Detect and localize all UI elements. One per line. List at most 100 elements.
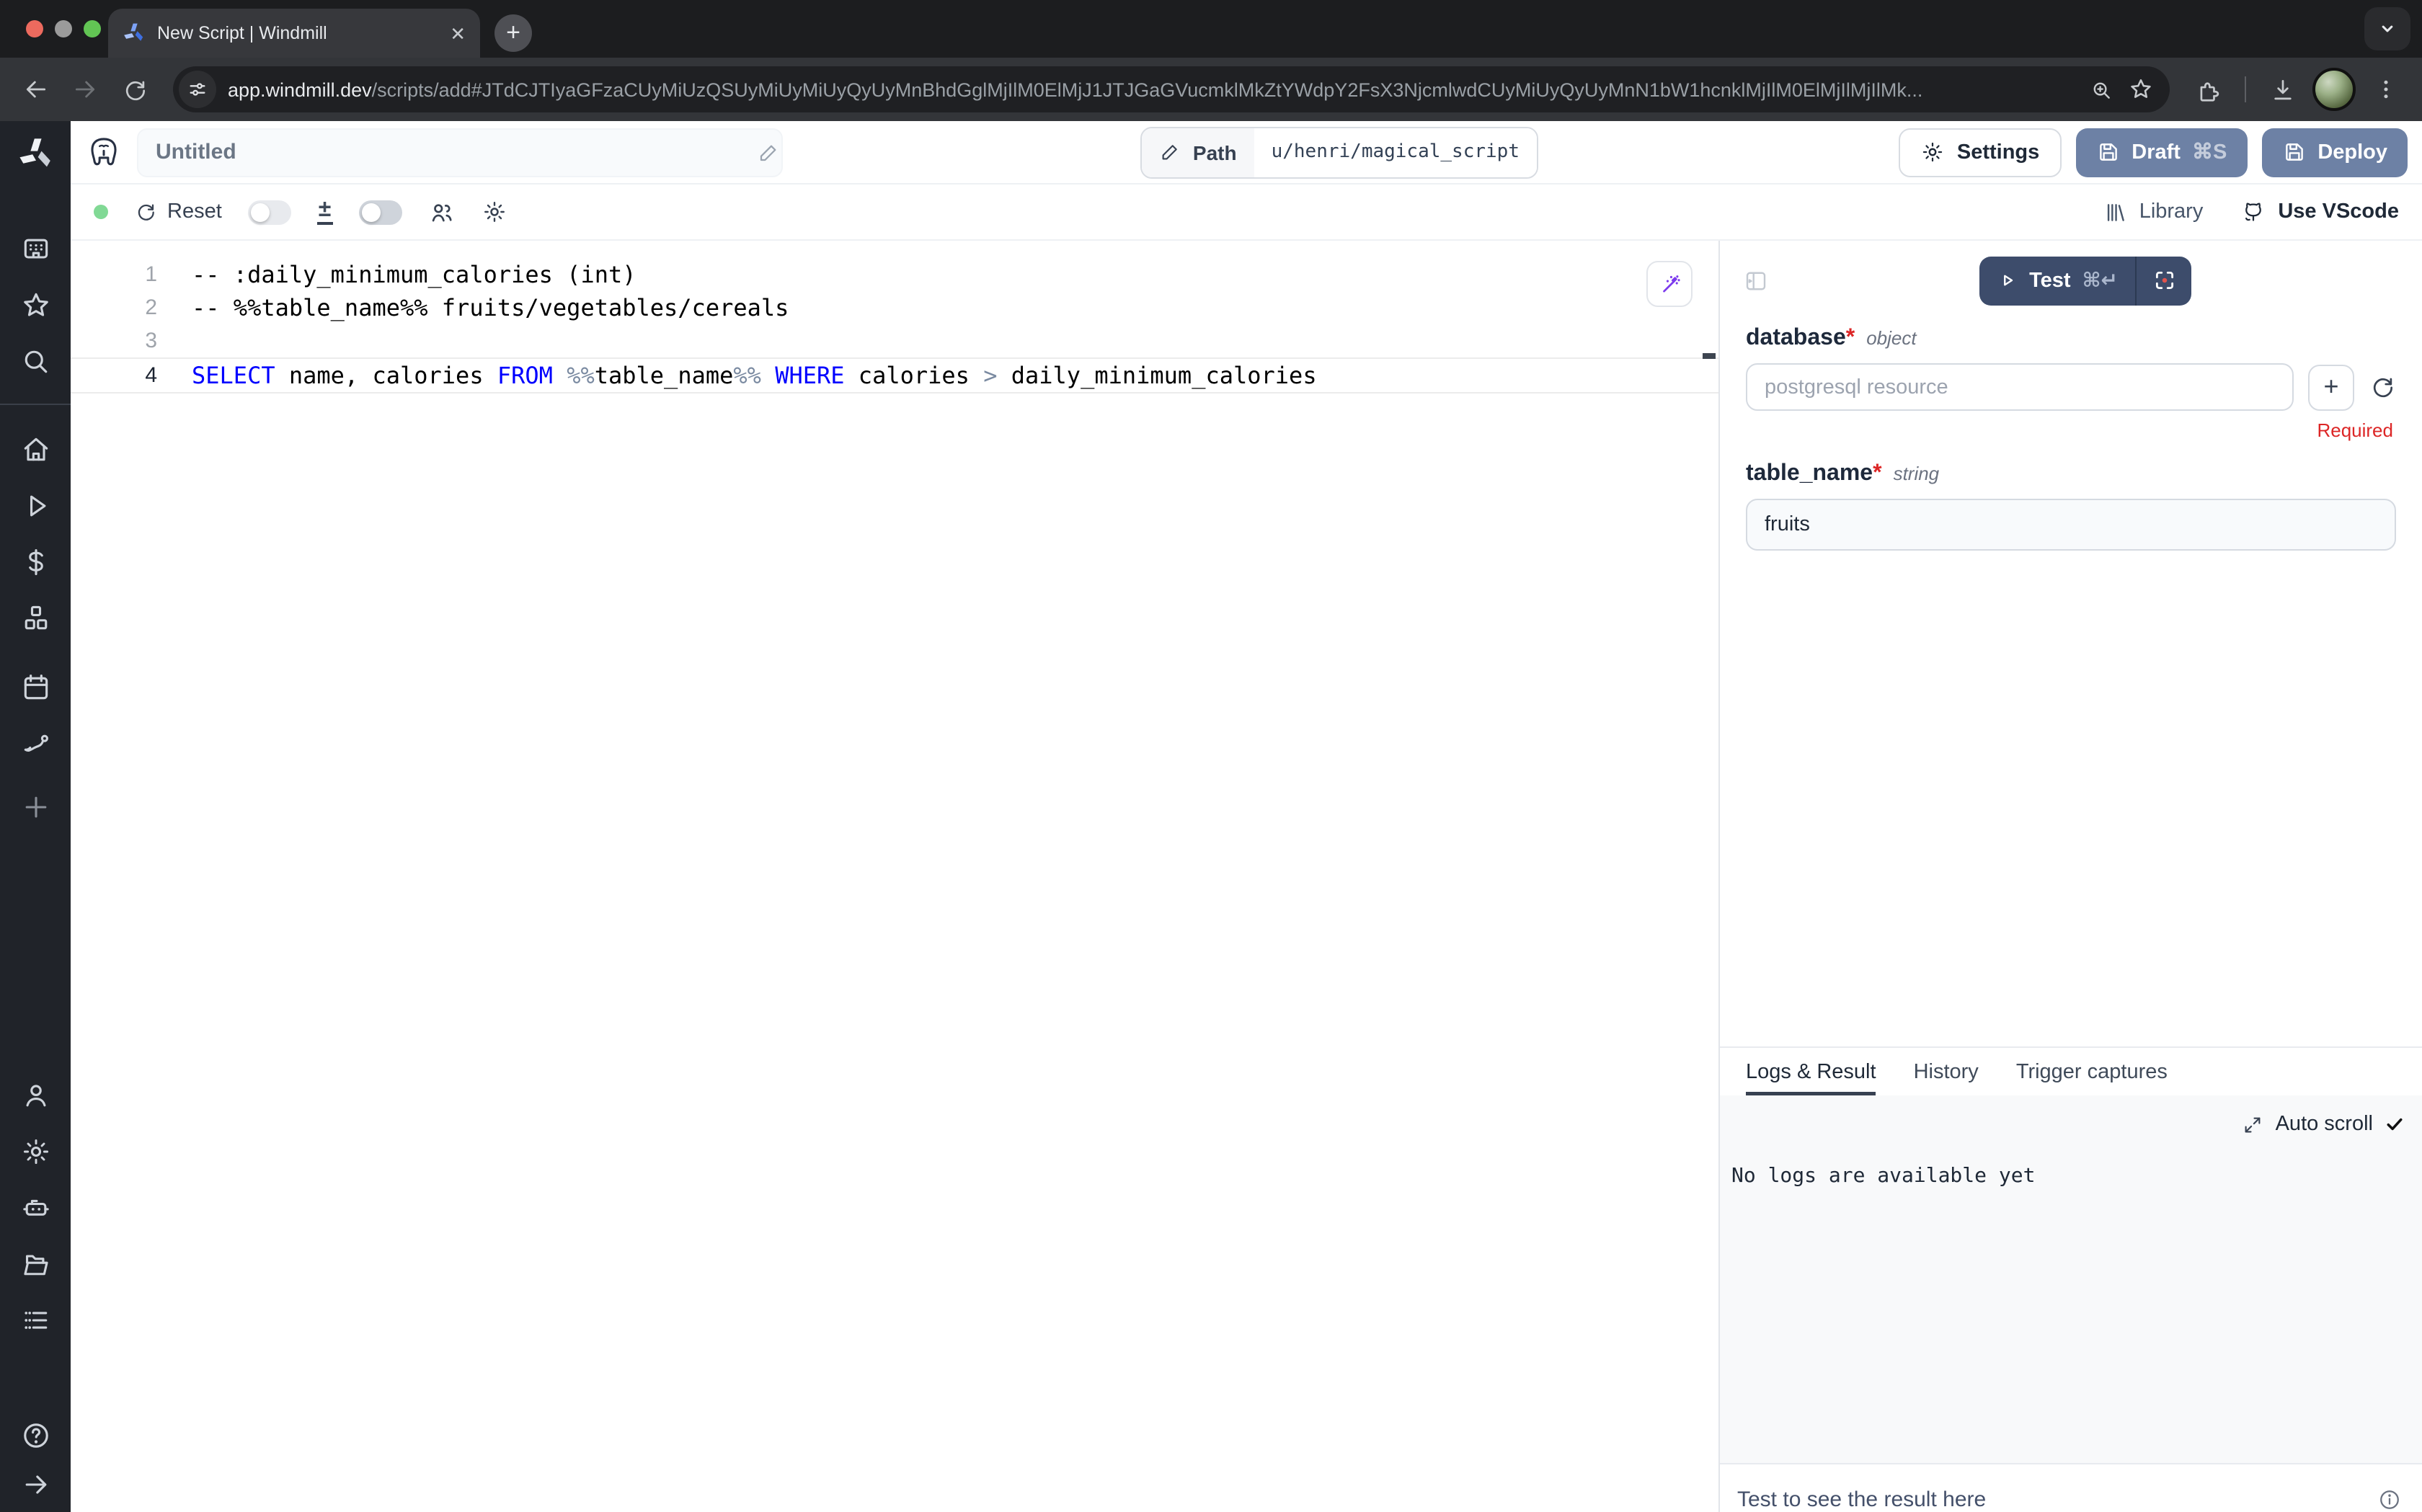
bookmark-button[interactable] <box>2121 69 2161 110</box>
code-line: 2 -- %%table_name%% fruits/vegetables/ce… <box>71 291 1718 324</box>
line-number: 4 <box>71 363 192 388</box>
address-bar[interactable]: app.windmill.dev/scripts/add#JTdCJTIyaGF… <box>173 66 2170 112</box>
info-icon[interactable] <box>2377 1487 2402 1512</box>
edit-title-pencil-icon[interactable] <box>757 141 780 164</box>
scan-target-icon <box>2152 268 2176 293</box>
sidebar-item-runs[interactable] <box>19 490 51 522</box>
tab-history[interactable]: History <box>1914 1048 1979 1095</box>
code-editor[interactable]: 1 -- :daily_minimum_calories (int) 2 -- … <box>71 241 1720 1512</box>
sidebar-item-resources[interactable] <box>19 602 51 634</box>
window-minimize-button[interactable] <box>55 20 72 37</box>
extensions-button[interactable] <box>2187 68 2230 111</box>
multiplayer-users-icon <box>427 198 455 226</box>
tab-trigger-captures[interactable]: Trigger captures <box>2016 1048 2168 1095</box>
tab-logs-result[interactable]: Logs & Result <box>1746 1048 1876 1095</box>
forward-button[interactable] <box>63 68 107 111</box>
code-text: -- :daily_minimum_calories (int) <box>192 261 636 288</box>
downloads-button[interactable] <box>2261 68 2304 111</box>
browser-toolbar: app.windmill.dev/scripts/add#JTdCJTIyaGF… <box>0 58 2422 121</box>
check-icon[interactable] <box>2385 1114 2405 1134</box>
sidebar-item-folders[interactable] <box>19 1248 51 1280</box>
line-number: 2 <box>71 295 192 320</box>
add-resource-button[interactable]: + <box>2308 364 2354 410</box>
use-vscode-button[interactable]: Use VScode <box>2240 199 2399 225</box>
star-icon <box>2128 76 2154 102</box>
draft-button[interactable]: Draft ⌘S <box>2075 128 2247 177</box>
table-name-input[interactable] <box>1746 499 2396 551</box>
sidebar-item-variables[interactable] <box>19 546 51 578</box>
app-sidebar <box>0 121 71 1512</box>
script-title-input[interactable] <box>137 128 783 177</box>
tab-close-icon[interactable]: ✕ <box>450 24 466 43</box>
back-button[interactable] <box>14 68 58 111</box>
test-up-to-button[interactable] <box>2137 256 2191 305</box>
sidebar-item-favorites[interactable] <box>19 290 51 321</box>
diff-toggle[interactable] <box>248 200 291 224</box>
multiplayer-toggle[interactable] <box>358 200 402 224</box>
code-text: SELECT name, calories FROM %%table_name%… <box>192 362 1317 389</box>
collapse-panel-button[interactable] <box>1743 267 1769 293</box>
github-cat-icon <box>2240 199 2266 225</box>
refresh-icon <box>2369 373 2396 401</box>
sidebar-item-help[interactable] <box>19 1420 51 1451</box>
line-number: 3 <box>71 329 192 353</box>
field-type-database: object <box>1866 327 1916 349</box>
tab-title: New Script | Windmill <box>157 23 438 43</box>
sidebar-item-workers[interactable] <box>19 1192 51 1224</box>
save-icon <box>2281 140 2306 164</box>
ai-assistant-button[interactable] <box>1646 261 1693 307</box>
sidebar-item-settings[interactable] <box>19 1136 51 1168</box>
field-type-table-name: string <box>1894 463 1940 484</box>
sidebar-item-workspace[interactable] <box>19 234 51 265</box>
diff-icon: ± <box>317 198 333 226</box>
code-line: 1 -- :daily_minimum_calories (int) <box>71 258 1718 291</box>
refresh-icon <box>134 200 157 223</box>
window-close-button[interactable] <box>26 20 43 37</box>
zoom-in-icon <box>2088 77 2113 102</box>
sidebar-expand-button[interactable] <box>19 1469 51 1500</box>
tab-search-button[interactable] <box>2364 7 2410 50</box>
settings-button[interactable]: Settings <box>1899 128 2061 177</box>
panel-tabs: Logs & Result History Trigger captures <box>1720 1046 2422 1095</box>
test-button[interactable]: Test ⌘↵ <box>1979 256 2135 305</box>
sidebar-item-schedules[interactable] <box>19 672 51 703</box>
path-widget[interactable]: Path u/henri/magical_script <box>1141 126 1538 178</box>
sidebar-item-audit-logs[interactable] <box>19 1304 51 1336</box>
url-host: app.windmill.dev <box>228 79 372 100</box>
use-vscode-label: Use VScode <box>2278 200 2399 223</box>
overview-ruler-cursor-mark <box>1703 353 1716 359</box>
reset-button[interactable]: Reset <box>134 200 222 223</box>
sidebar-item-search[interactable] <box>19 346 51 378</box>
gear-icon <box>1921 140 1946 164</box>
new-tab-button[interactable]: + <box>494 14 532 52</box>
toolbar-divider <box>2245 76 2246 102</box>
sidebar-item-home[interactable] <box>19 434 51 466</box>
reset-label: Reset <box>167 200 222 223</box>
chrome-menu-button[interactable] <box>2364 68 2408 111</box>
profile-avatar[interactable] <box>2312 68 2356 111</box>
code-line-active: 4 SELECT name, calories FROM %%table_nam… <box>71 357 1718 393</box>
deploy-label: Deploy <box>2317 141 2387 164</box>
expand-icon[interactable] <box>2243 1113 2264 1135</box>
reload-button[interactable] <box>112 68 156 111</box>
windmill-logo <box>17 135 54 173</box>
sidebar-item-add[interactable] <box>19 791 51 823</box>
editor-settings-gear-icon[interactable] <box>481 199 507 225</box>
sidebar-item-routes[interactable] <box>19 728 51 760</box>
library-button[interactable]: Library <box>2103 200 2204 224</box>
sidebar-item-user[interactable] <box>19 1080 51 1111</box>
zoom-page-button[interactable] <box>2080 69 2121 110</box>
database-resource-input[interactable] <box>1746 363 2294 411</box>
browser-tab-strip: New Script | Windmill ✕ + <box>0 0 2422 58</box>
deploy-button[interactable]: Deploy <box>2261 128 2408 177</box>
refresh-resources-button[interactable] <box>2369 373 2396 401</box>
chevron-down-icon <box>2377 19 2397 39</box>
site-settings-icon[interactable] <box>179 71 216 108</box>
logs-area: Auto scroll No logs are available yet <box>1720 1095 2422 1464</box>
result-hint: Test to see the result here <box>1737 1487 1986 1512</box>
browser-tab[interactable]: New Script | Windmill ✕ <box>108 9 480 58</box>
back-arrow-icon <box>22 75 50 104</box>
window-zoom-button[interactable] <box>84 20 101 37</box>
logs-empty-message: No logs are available yet <box>1731 1165 2035 1188</box>
status-dot <box>94 205 108 219</box>
